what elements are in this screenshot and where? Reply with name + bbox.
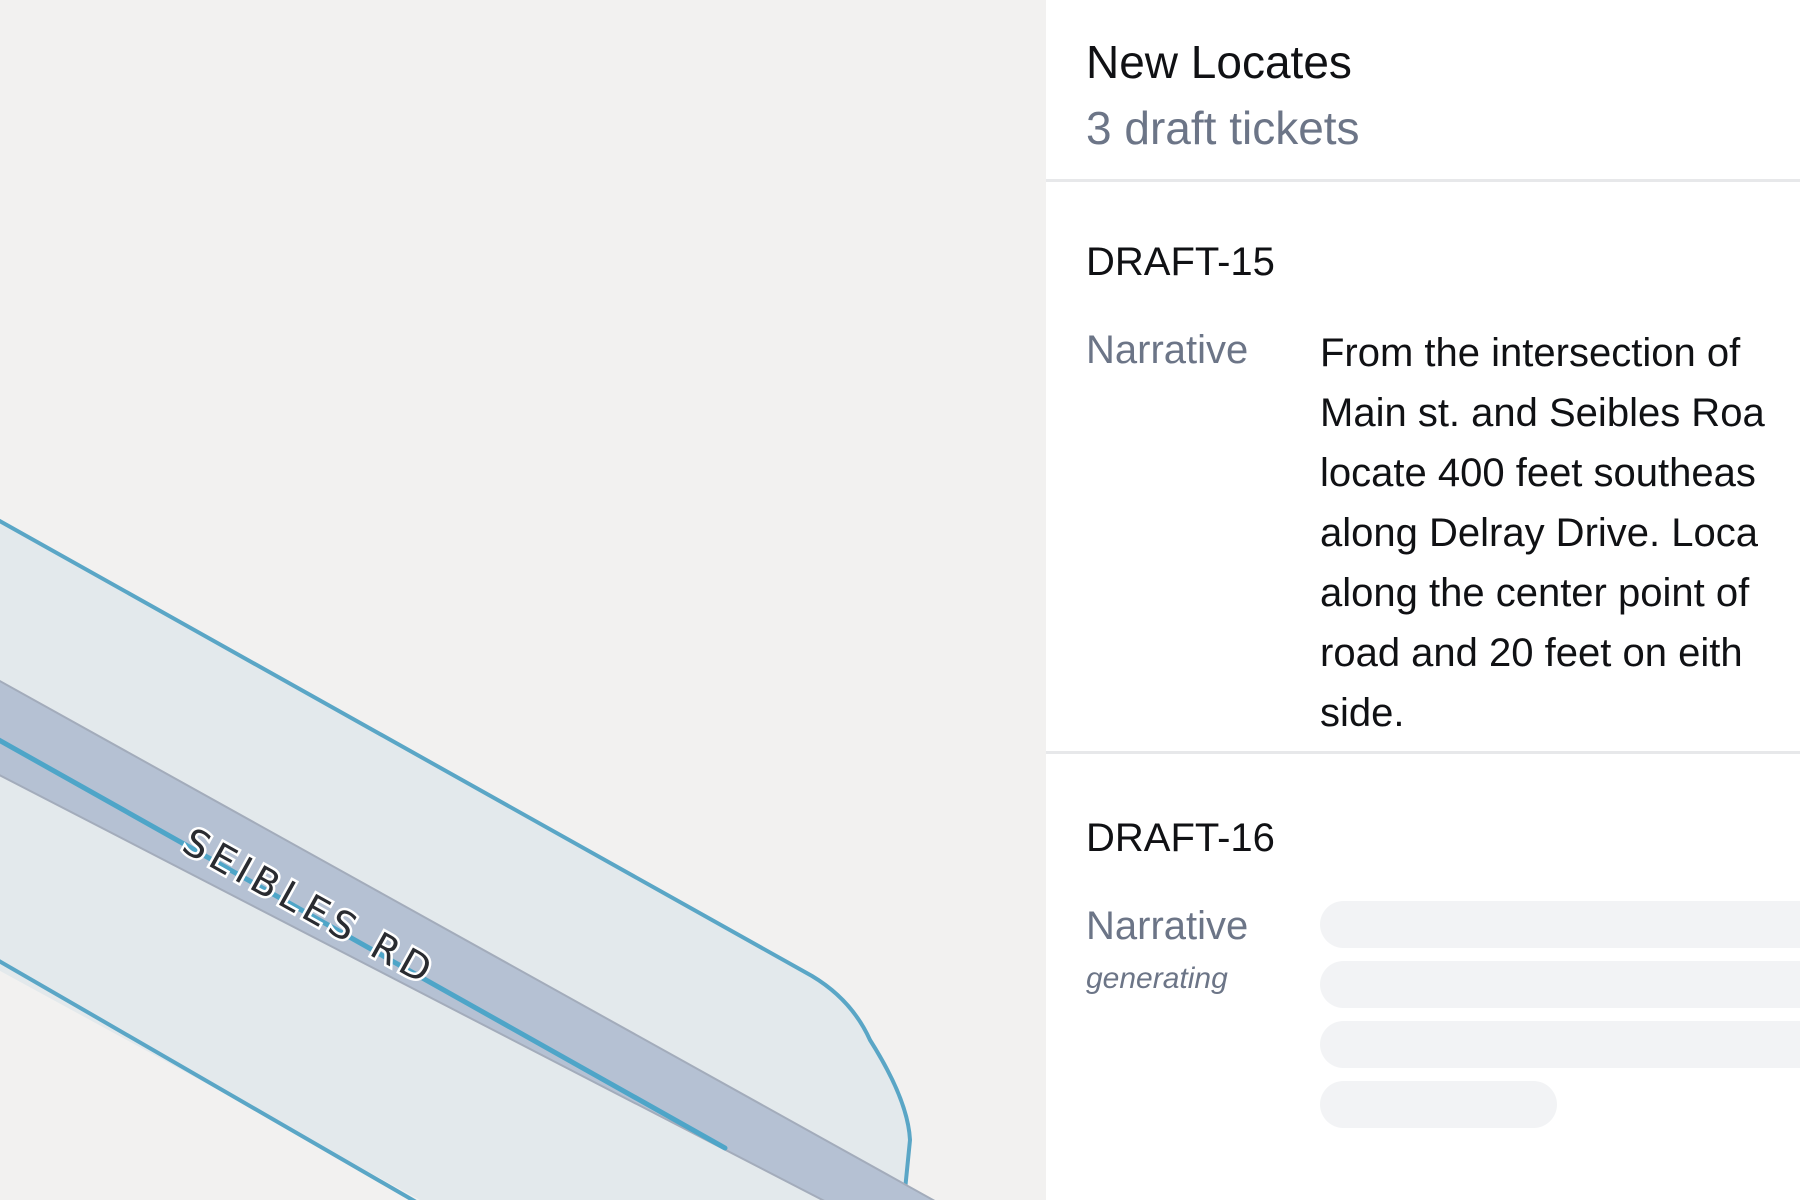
skeleton-line <box>1320 1021 1800 1068</box>
locate-buffer-area[interactable] <box>0 510 910 1200</box>
narrative-label: Narrative <box>1086 904 1249 948</box>
map-view[interactable]: SEIBLES RD <box>0 0 1046 1200</box>
narrative-row: Narrative generating <box>1086 899 1800 1128</box>
ticket-id: DRAFT-15 <box>1086 240 1275 284</box>
ticket-card[interactable]: DRAFT-15 Narrative From the intersection… <box>1046 182 1800 754</box>
generating-status: generating <box>1086 962 1228 995</box>
narrative-line: along the center point of <box>1320 571 1750 615</box>
ticket-card[interactable]: DRAFT-16 Narrative generating <box>1046 754 1800 1128</box>
narrative-line: road and 20 feet on eith <box>1320 631 1743 675</box>
narrative-loading-placeholder <box>1320 899 1800 1128</box>
panel-header: New Locates 3 draft tickets <box>1046 0 1800 182</box>
draft-count: 3 draft tickets <box>1086 102 1360 154</box>
skeleton-line <box>1320 1081 1557 1128</box>
panel-title: New Locates <box>1086 36 1352 88</box>
map-canvas[interactable]: SEIBLES RD <box>0 0 1046 1200</box>
narrative-text[interactable]: From the intersection of Main st. and Se… <box>1320 323 1765 743</box>
narrative-line: locate 400 feet southeas <box>1320 451 1756 495</box>
narrative-line: side. <box>1320 691 1405 735</box>
skeleton-line <box>1320 901 1800 948</box>
skeleton-line <box>1320 961 1800 1008</box>
narrative-line: From the intersection of <box>1320 331 1741 375</box>
narrative-line: along Delray Drive. Loca <box>1320 511 1758 555</box>
narrative-label: Narrative <box>1086 328 1249 372</box>
ticket-id: DRAFT-16 <box>1086 816 1275 860</box>
narrative-row: Narrative From the intersection of Main … <box>1086 323 1800 743</box>
locates-panel: New Locates 3 draft tickets DRAFT-15 Nar… <box>1046 0 1800 1200</box>
narrative-line: Main st. and Seibles Roa <box>1320 391 1765 435</box>
